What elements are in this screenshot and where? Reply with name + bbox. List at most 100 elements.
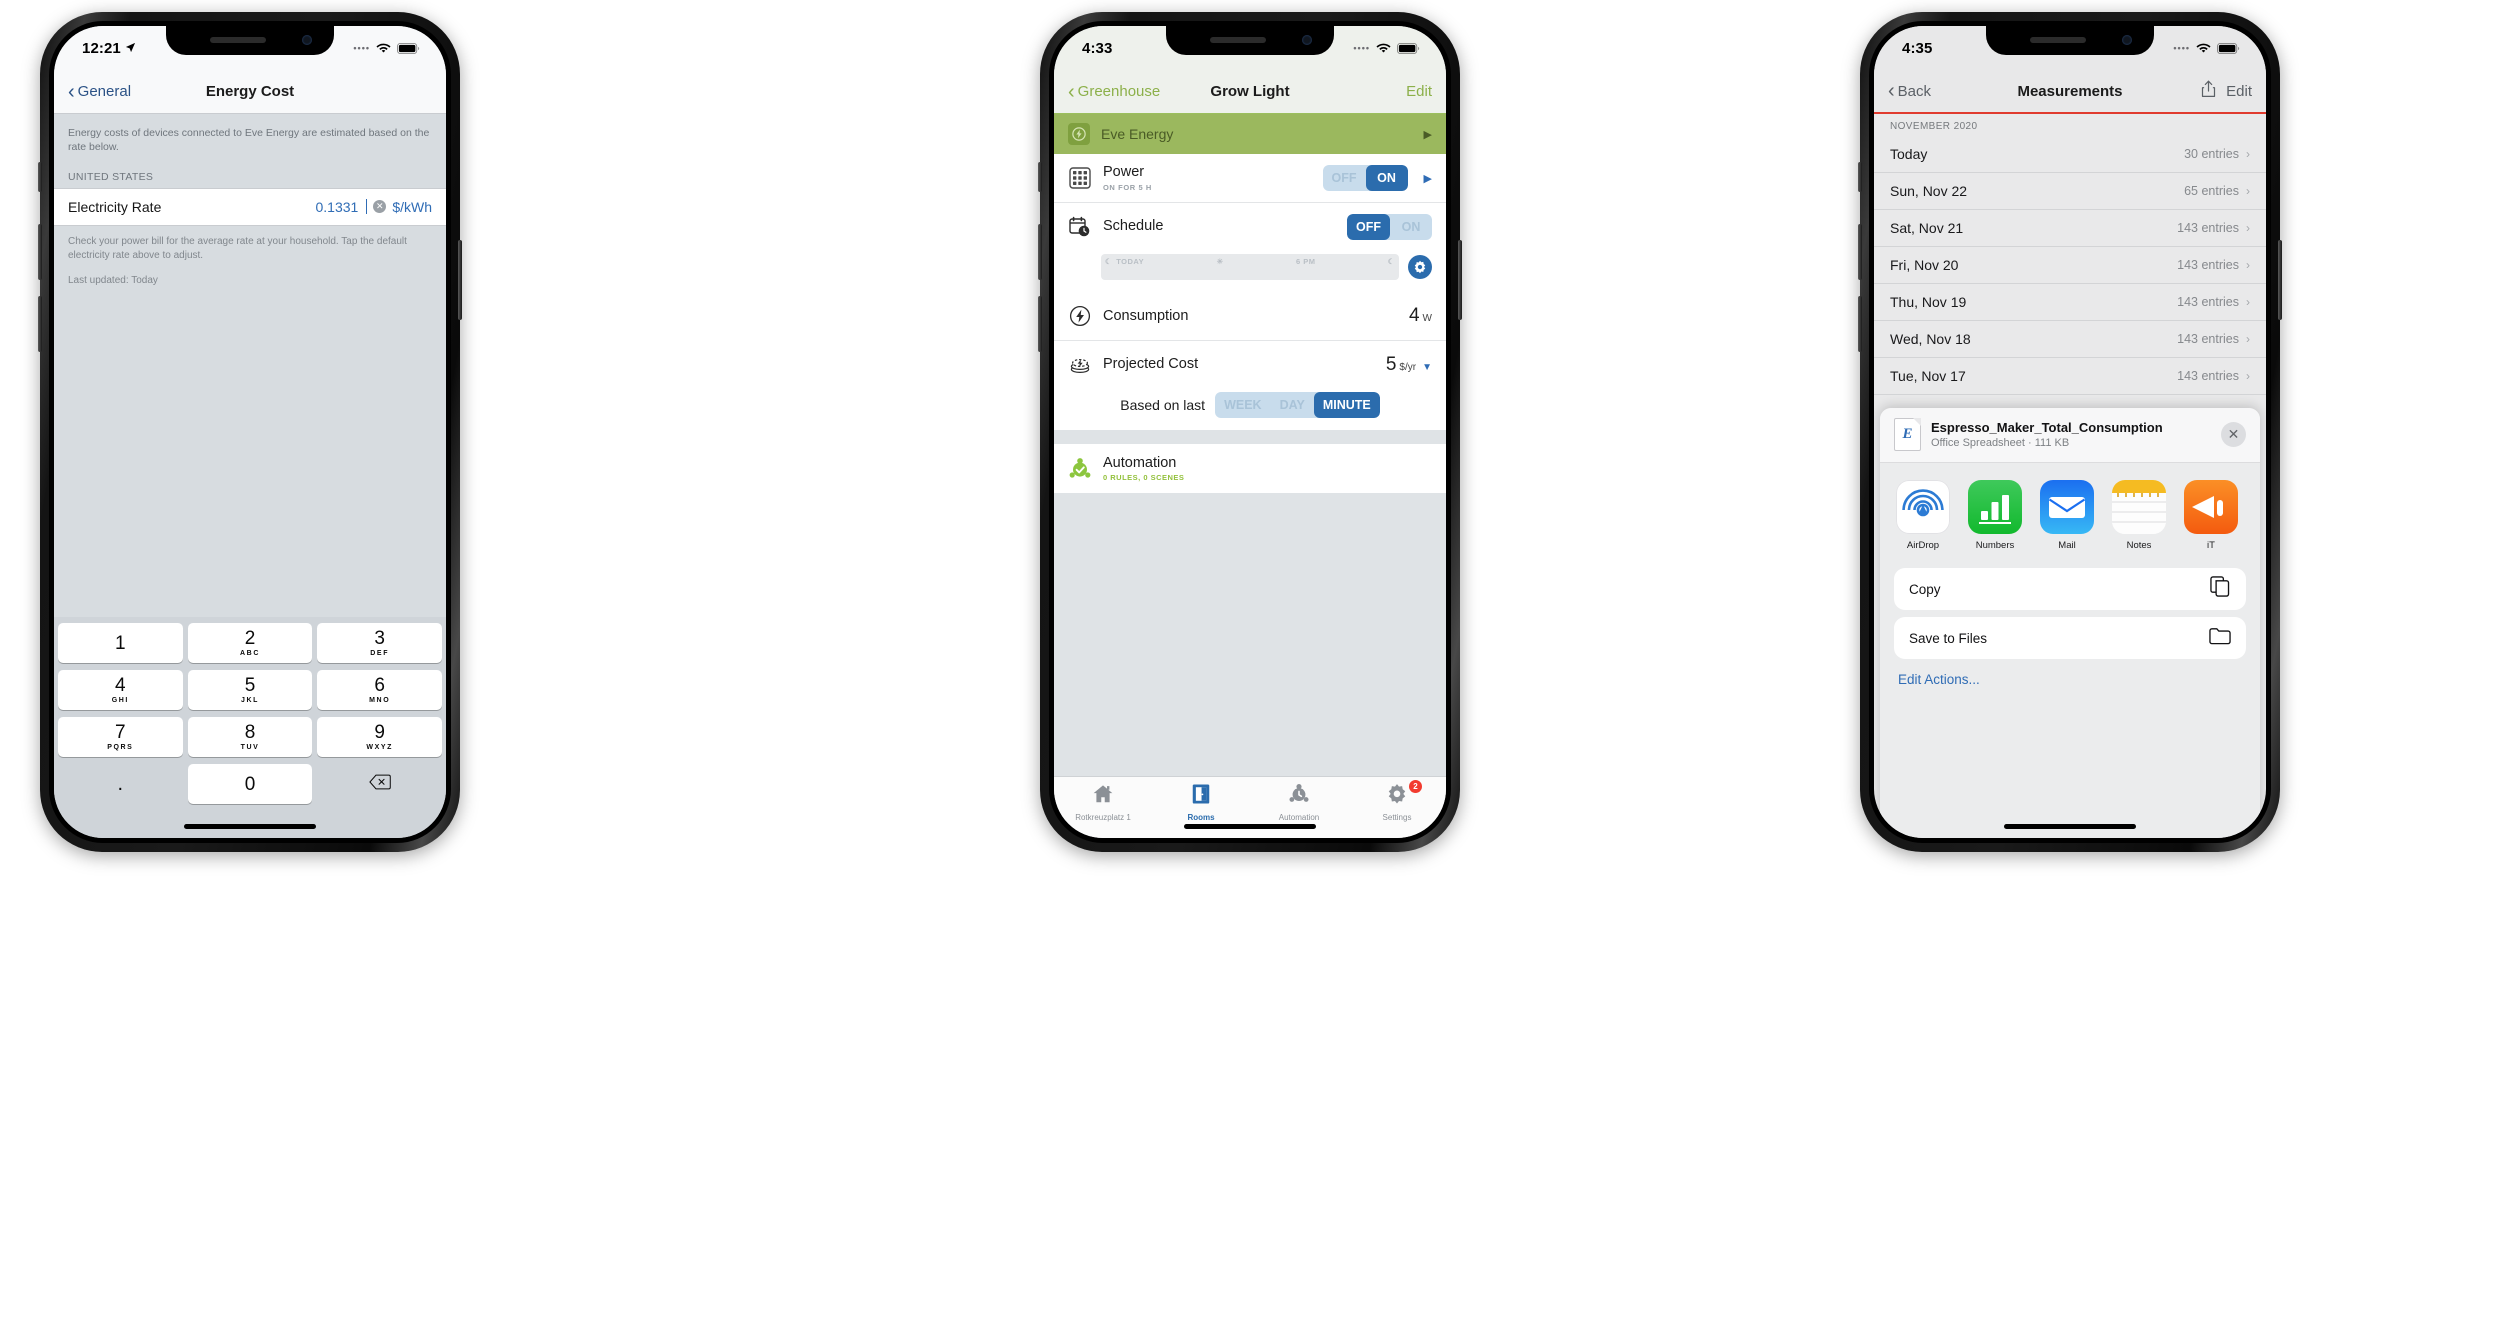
key-8[interactable]: 8 TUV xyxy=(187,717,313,757)
key-3-letters: DEF xyxy=(370,650,390,657)
power-toggle[interactable]: OFF ON xyxy=(1322,165,1408,191)
caret-down-icon[interactable]: ▼ xyxy=(1422,362,1432,373)
chevron-right-icon: › xyxy=(2246,147,2250,161)
tab-settings[interactable]: Settings 2 xyxy=(1348,780,1446,822)
schedule-off-option[interactable]: OFF xyxy=(1347,213,1390,240)
share-icon[interactable] xyxy=(2201,80,2216,102)
key-7[interactable]: 7 PQRS xyxy=(58,717,183,757)
chevron-right-icon[interactable]: ▶ xyxy=(1424,172,1432,185)
share-app-numbers-label: Numbers xyxy=(1975,540,2015,551)
location-arrow-icon xyxy=(125,40,136,57)
consumption-row[interactable]: Consumption 4 W xyxy=(1054,292,1446,340)
schedule-on-option[interactable]: ON xyxy=(1390,214,1432,240)
measurement-row[interactable]: Sun, Nov 22 65 entries › xyxy=(1874,173,2266,210)
power-button[interactable] xyxy=(458,240,462,320)
share-app-notes[interactable]: Notes xyxy=(2112,480,2166,551)
back-button[interactable]: ‹ Greenhouse xyxy=(1068,82,1160,102)
schedule-settings-button[interactable] xyxy=(1408,255,1432,279)
automation-row[interactable]: Automation 0 RULES, 0 SCENES xyxy=(1054,444,1446,493)
edit-button[interactable]: Edit xyxy=(1406,83,1432,100)
based-on-week-option[interactable]: WEEK xyxy=(1215,392,1271,418)
measurement-row[interactable]: Thu, Nov 19 143 entries › xyxy=(1874,284,2266,321)
volume-up-button[interactable] xyxy=(1038,224,1042,280)
projected-cost-row[interactable]: Projected Cost 5 $/yr ▼ xyxy=(1054,340,1446,388)
share-app-numbers[interactable]: Numbers xyxy=(1968,480,2022,551)
description-text: Energy costs of devices connected to Eve… xyxy=(68,127,430,154)
numeric-keypad[interactable]: 1 2 ABC 3 DEF 4 GHI 5 JKL 6 MNO 7 PQRS 8… xyxy=(54,617,446,838)
edit-actions-button[interactable]: Edit Actions... xyxy=(1880,659,2260,700)
schedule-row[interactable]: Schedule OFF ON xyxy=(1054,202,1446,250)
device-banner[interactable]: Eve Energy ▶ xyxy=(1054,114,1446,154)
power-row[interactable]: Power ON FOR 5 H OFF ON ▶ xyxy=(1054,154,1446,202)
mute-switch[interactable] xyxy=(38,162,42,192)
battery-icon xyxy=(1397,42,1420,54)
key-4[interactable]: 4 GHI xyxy=(58,670,183,710)
measurement-row[interactable]: Sat, Nov 21 143 entries › xyxy=(1874,210,2266,247)
measurement-row[interactable]: Today 30 entries › xyxy=(1874,136,2266,173)
volume-down-button[interactable] xyxy=(1858,296,1862,352)
power-off-option[interactable]: OFF xyxy=(1323,165,1366,191)
electricity-rate-input[interactable]: 0.1331 xyxy=(315,199,359,215)
key-delete[interactable] xyxy=(317,764,442,804)
schedule-toggle[interactable]: OFF ON xyxy=(1347,213,1432,240)
back-button[interactable]: ‹ Back xyxy=(1888,81,1931,101)
key-1[interactable]: 1 xyxy=(58,623,183,663)
volume-down-button[interactable] xyxy=(1038,296,1042,352)
eve-energy-icon xyxy=(1068,123,1090,145)
edit-button[interactable]: Edit xyxy=(2226,83,2252,100)
tab-automation[interactable]: Automation xyxy=(1250,783,1348,822)
based-on-segmented-control[interactable]: WEEK DAY MINUTE xyxy=(1215,392,1380,418)
keypad-row: . 0 xyxy=(58,764,442,804)
key-decimal[interactable]: . xyxy=(58,764,183,804)
action-save-to-files[interactable]: Save to Files xyxy=(1894,617,2246,659)
chevron-right-icon: › xyxy=(2246,332,2250,346)
back-button-label: General xyxy=(77,83,132,100)
schedule-track[interactable]: ☾ TODAY ☀ 6 PM ☾ xyxy=(1101,254,1399,280)
volume-down-button[interactable] xyxy=(38,296,42,352)
coins-bolt-icon xyxy=(1068,354,1092,376)
action-save-to-files-label: Save to Files xyxy=(1909,630,1988,646)
schedule-timeline[interactable]: ☾ TODAY ☀ 6 PM ☾ xyxy=(1054,250,1446,292)
device-name: Eve Energy xyxy=(1101,126,1174,142)
tab-home[interactable]: Rotkreuzplatz 1 xyxy=(1054,783,1152,822)
key-3[interactable]: 3 DEF xyxy=(317,623,443,663)
action-copy[interactable]: Copy xyxy=(1894,568,2246,610)
power-button[interactable] xyxy=(2278,240,2282,320)
key-6[interactable]: 6 MNO xyxy=(317,670,443,710)
mute-switch[interactable] xyxy=(1858,162,1862,192)
row-date: Fri, Nov 20 xyxy=(1890,257,1959,273)
key-9[interactable]: 9 WXYZ xyxy=(317,717,443,757)
electricity-rate-row[interactable]: Electricity Rate 0.1331 ✕ $/kWh xyxy=(54,187,446,226)
share-sheet: E Espresso_Maker_Total_Consumption Offic… xyxy=(1880,408,2260,838)
measurement-row[interactable]: Tue, Nov 17 143 entries › xyxy=(1874,358,2266,395)
chevron-right-icon: › xyxy=(2246,184,2250,198)
power-on-option[interactable]: ON xyxy=(1365,165,1408,191)
projected-cost-value-group[interactable]: 5 $/yr ▼ xyxy=(1386,354,1432,376)
close-icon[interactable]: ✕ xyxy=(2221,422,2246,447)
electricity-rate-value-group[interactable]: 0.1331 ✕ $/kWh xyxy=(315,199,432,215)
power-button[interactable] xyxy=(1458,240,1462,320)
chevron-left-icon: ‹ xyxy=(1888,80,1895,102)
based-on-day-option[interactable]: DAY xyxy=(1271,392,1314,418)
measurement-row[interactable]: Wed, Nov 18 143 entries › xyxy=(1874,321,2266,358)
share-app-mail[interactable]: Mail xyxy=(2040,480,2094,551)
key-5[interactable]: 5 JKL xyxy=(187,670,313,710)
clear-circle-icon[interactable]: ✕ xyxy=(373,200,387,214)
share-app-itunes[interactable]: iT xyxy=(2184,480,2238,551)
home-indicator[interactable] xyxy=(184,824,316,829)
back-button[interactable]: ‹ General xyxy=(68,82,131,102)
measurement-row[interactable]: Fri, Nov 20 143 entries › xyxy=(1874,247,2266,284)
share-app-airdrop[interactable]: AirDrop xyxy=(1896,480,1950,551)
home-indicator[interactable] xyxy=(2004,824,2136,829)
tab-rooms[interactable]: Rooms xyxy=(1152,783,1250,822)
key-0[interactable]: 0 xyxy=(187,764,313,804)
based-on-minute-option[interactable]: MINUTE xyxy=(1313,392,1380,418)
home-indicator[interactable] xyxy=(1184,824,1316,829)
volume-up-button[interactable] xyxy=(38,224,42,280)
row-entries-group: 143 entries › xyxy=(2177,369,2250,383)
mute-switch[interactable] xyxy=(1038,162,1042,192)
copy-icon xyxy=(2210,576,2231,602)
key-2[interactable]: 2 ABC xyxy=(187,623,313,663)
row-entries-group: 65 entries › xyxy=(2184,184,2250,198)
volume-up-button[interactable] xyxy=(1858,224,1862,280)
